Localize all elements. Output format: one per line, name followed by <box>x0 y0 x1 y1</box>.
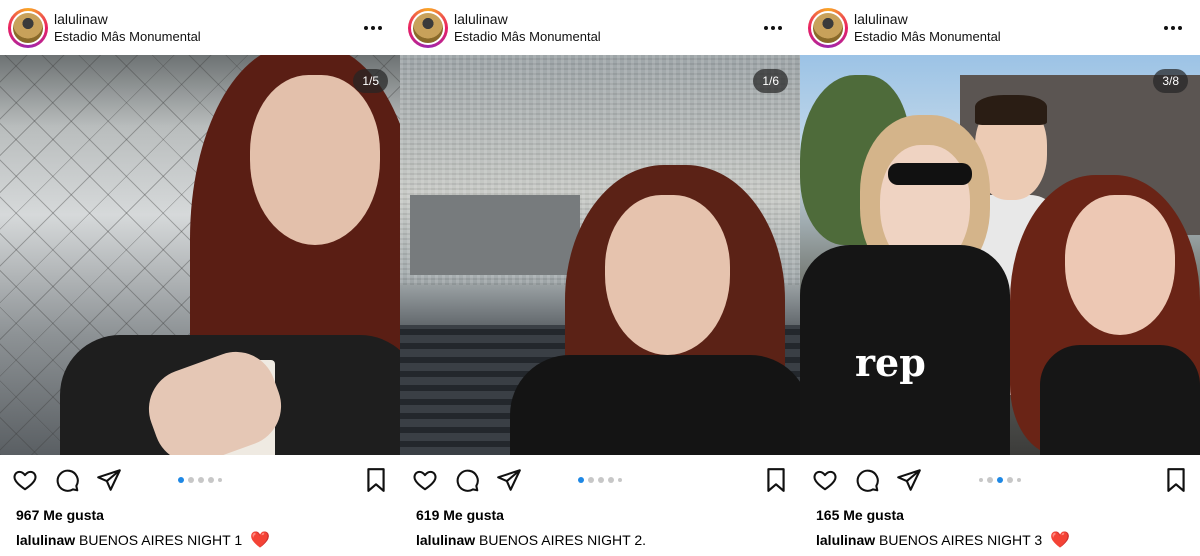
more-options-icon[interactable] <box>360 20 386 36</box>
username[interactable]: lalulinaw <box>454 11 601 28</box>
post-header: lalulinaw Estadio Mâs Monumental <box>800 0 1200 55</box>
location[interactable]: Estadio Mâs Monumental <box>454 29 601 45</box>
post-1: lalulinaw Estadio Mâs Monumental 1/5 967… <box>0 0 400 556</box>
share-plane-icon[interactable] <box>96 467 122 493</box>
post-photo[interactable]: 1/6 <box>400 55 800 455</box>
username[interactable]: lalulinaw <box>54 11 201 28</box>
save-bookmark-icon[interactable] <box>364 467 388 493</box>
action-bar <box>400 455 800 505</box>
carousel-counter: 1/5 <box>353 69 388 93</box>
avatar[interactable] <box>811 10 845 45</box>
action-bar <box>800 455 1200 505</box>
caption: lalulinaw BUENOS AIRES NIGHT 2. <box>416 530 784 550</box>
location[interactable]: Estadio Mâs Monumental <box>854 29 1001 45</box>
caption: lalulinaw BUENOS AIRES NIGHT 1 ❤️ <box>16 530 384 551</box>
like-heart-icon[interactable] <box>412 467 438 493</box>
caption-username[interactable]: lalulinaw <box>816 532 875 548</box>
caption-text: BUENOS AIRES NIGHT 2. <box>479 532 647 548</box>
avatar-story-ring[interactable] <box>408 7 448 48</box>
carousel-indicator <box>578 477 622 483</box>
post-photo[interactable]: rep 3/8 <box>800 55 1200 455</box>
caption-text: BUENOS AIRES NIGHT 3 <box>879 532 1043 548</box>
post-photo[interactable]: 1/5 <box>0 55 400 455</box>
carousel-counter: 1/6 <box>753 69 788 93</box>
location[interactable]: Estadio Mâs Monumental <box>54 29 201 45</box>
post-header: lalulinaw Estadio Mâs Monumental <box>400 0 800 55</box>
comment-bubble-icon[interactable] <box>454 467 480 493</box>
heart-emoji-icon: ❤️ <box>1050 532 1070 549</box>
comment-bubble-icon[interactable] <box>854 467 880 493</box>
avatar[interactable] <box>411 10 445 45</box>
like-count[interactable]: 619 Me gusta <box>416 506 784 524</box>
shirt-text: rep <box>855 340 926 385</box>
heart-emoji-icon: ❤️ <box>250 532 270 549</box>
post-2: lalulinaw Estadio Mâs Monumental 1/6 619… <box>400 0 800 556</box>
share-plane-icon[interactable] <box>496 467 522 493</box>
avatar-story-ring[interactable] <box>8 7 48 48</box>
like-count[interactable]: 165 Me gusta <box>816 506 1184 524</box>
avatar-story-ring[interactable] <box>808 7 848 48</box>
save-bookmark-icon[interactable] <box>1164 467 1188 493</box>
like-heart-icon[interactable] <box>12 467 38 493</box>
post-feed: lalulinaw Estadio Mâs Monumental 1/5 967… <box>0 0 1200 556</box>
post-3: lalulinaw Estadio Mâs Monumental rep 3/8 <box>800 0 1200 556</box>
share-plane-icon[interactable] <box>896 467 922 493</box>
like-heart-icon[interactable] <box>812 467 838 493</box>
avatar[interactable] <box>11 10 45 45</box>
save-bookmark-icon[interactable] <box>764 467 788 493</box>
carousel-indicator <box>178 477 222 483</box>
more-options-icon[interactable] <box>1160 20 1186 36</box>
caption: lalulinaw BUENOS AIRES NIGHT 3 ❤️ <box>816 530 1184 551</box>
username[interactable]: lalulinaw <box>854 11 1001 28</box>
caption-username[interactable]: lalulinaw <box>16 532 75 548</box>
carousel-counter: 3/8 <box>1153 69 1188 93</box>
action-bar <box>0 455 400 505</box>
caption-text: BUENOS AIRES NIGHT 1 <box>79 532 243 548</box>
more-options-icon[interactable] <box>760 20 786 36</box>
like-count[interactable]: 967 Me gusta <box>16 506 384 524</box>
caption-username[interactable]: lalulinaw <box>416 532 475 548</box>
carousel-indicator <box>979 477 1021 483</box>
post-header: lalulinaw Estadio Mâs Monumental <box>0 0 400 55</box>
comment-bubble-icon[interactable] <box>54 467 80 493</box>
